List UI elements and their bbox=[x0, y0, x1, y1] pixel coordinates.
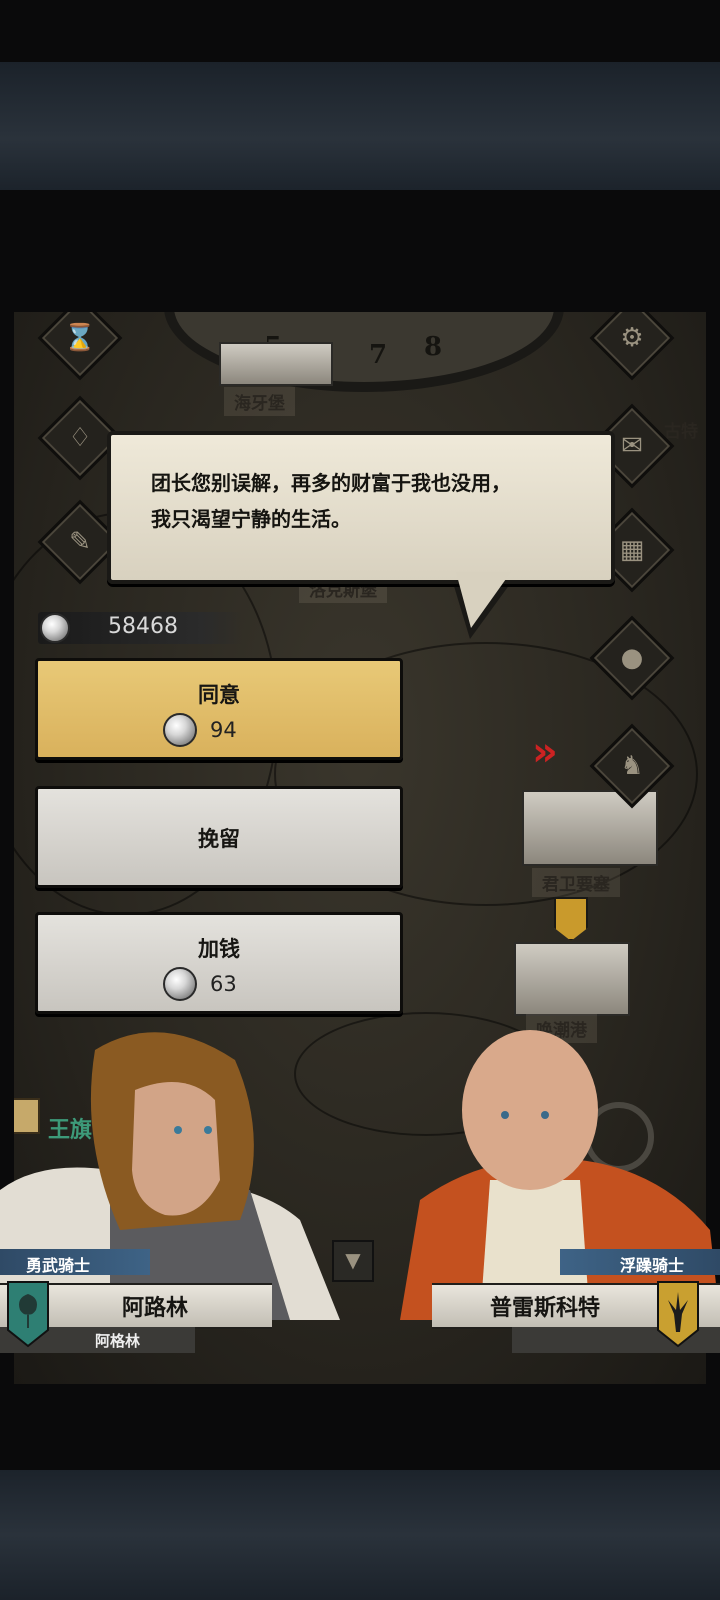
left-character-title: 勇武骑士 bbox=[26, 1256, 91, 1275]
speech-bubble: 团长您别误解，再多的财富于我也没用， 我只渴望宁静的生活。 bbox=[107, 431, 615, 584]
left-house-banner-icon bbox=[7, 1281, 49, 1348]
map-label-edge-right: 古特 bbox=[664, 422, 698, 442]
settings-button[interactable]: ⚙ bbox=[589, 312, 675, 381]
hourglass-icon: ⌛ bbox=[63, 323, 97, 353]
choice-label: 挽留 bbox=[198, 827, 240, 851]
map-label-top[interactable]: 海牙堡 bbox=[224, 387, 295, 416]
harbor-castle-icon[interactable] bbox=[514, 942, 630, 1016]
speech-bubble-tail-fill bbox=[456, 572, 511, 628]
knight-helmet-icon: ♞ bbox=[620, 751, 644, 781]
scroll-icon: ✎ bbox=[69, 527, 91, 557]
castle-icon[interactable] bbox=[219, 342, 333, 386]
choice-cost-value: 63 bbox=[210, 972, 237, 996]
collapse-dialog-button[interactable]: ▼ bbox=[332, 1240, 374, 1282]
choice-agree-button[interactable]: 同意 94 bbox=[35, 658, 403, 760]
wheel-number: 7 bbox=[369, 340, 388, 370]
choice-cost: 63 bbox=[163, 967, 283, 1001]
choice-raise-pay-button[interactable]: 加钱 63 bbox=[35, 912, 403, 1014]
hourglass-button[interactable]: ⌛ bbox=[37, 312, 123, 381]
fortress-banner-icon bbox=[554, 897, 588, 941]
gear-icon: ⚙ bbox=[620, 323, 644, 353]
silver-coin-icon bbox=[163, 967, 197, 1001]
left-character-subtitle: 阿格林 bbox=[95, 1332, 141, 1350]
right-character-title: 浮躁骑士 bbox=[620, 1256, 685, 1275]
silver-amount: 58468 bbox=[108, 614, 178, 639]
right-character-name: 普雷斯科特 bbox=[490, 1296, 601, 1321]
silver-balance: 58468 bbox=[38, 612, 243, 644]
choice-label: 加钱 bbox=[198, 937, 240, 961]
right-house-banner-icon bbox=[657, 1281, 699, 1348]
top-decorative-band bbox=[0, 62, 720, 190]
choice-retain-button[interactable]: 挽留 bbox=[35, 786, 403, 888]
bottom-decorative-band bbox=[0, 1470, 720, 1600]
silver-coin-icon bbox=[163, 713, 197, 747]
wheel-number: 8 bbox=[424, 332, 443, 362]
chevron-right-icon[interactable]: » bbox=[532, 732, 572, 772]
arrow-down-icon: ▼ bbox=[345, 1248, 361, 1272]
silver-coin-icon bbox=[40, 613, 70, 643]
choice-cost: 94 bbox=[163, 713, 283, 747]
map-label-fortress[interactable]: 君卫要塞 bbox=[532, 868, 620, 897]
choice-label: 同意 bbox=[198, 683, 240, 707]
money-bag-icon: ♢ bbox=[68, 423, 92, 453]
right-knight-portrait bbox=[400, 1030, 720, 1320]
choice-cost-value: 94 bbox=[210, 718, 237, 742]
dialog-text: 团长您别误解，再多的财富于我也没用， 我只渴望宁静的生活。 bbox=[151, 471, 511, 531]
left-character-name: 阿路林 bbox=[122, 1296, 189, 1321]
coin-icon: ● bbox=[620, 643, 644, 673]
